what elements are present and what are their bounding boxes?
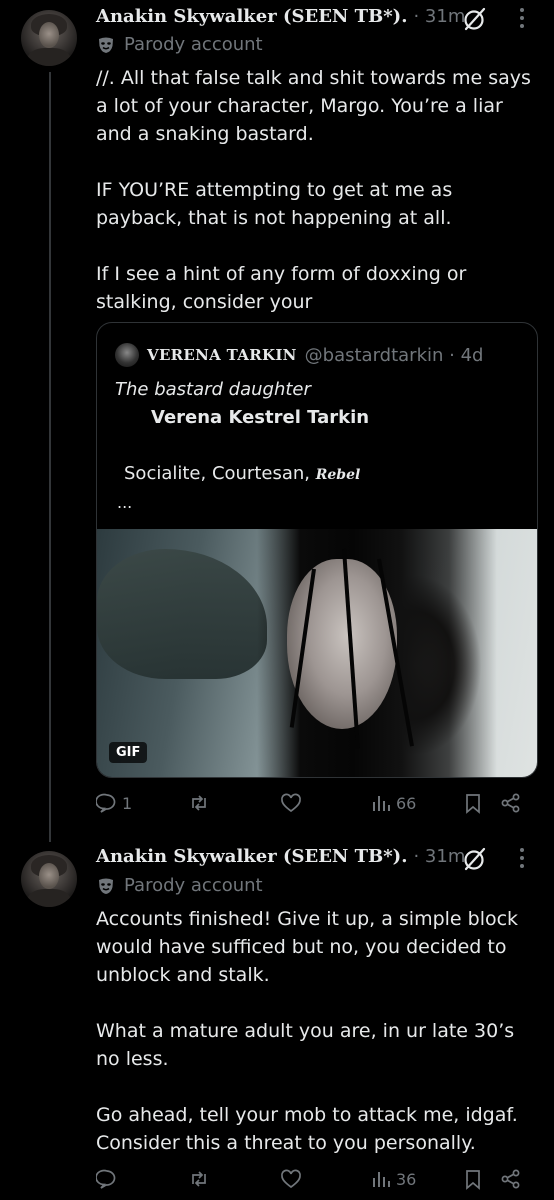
bookmark-icon [466, 794, 480, 814]
share-button[interactable] [500, 1168, 522, 1190]
share-icon [501, 793, 520, 813]
tweet-header: Anakin Skywalker (SEEN TB*). · 31m [96, 846, 465, 867]
reply-icon [96, 1169, 116, 1189]
gif-badge: GIF [109, 742, 148, 763]
quoted-tweet[interactable]: VERENA TARKIN @bastardtarkin · 4d The ba… [96, 322, 538, 778]
timestamp[interactable]: · 31m [413, 6, 465, 27]
quoted-avatar [115, 343, 139, 367]
bookmark-button[interactable] [462, 792, 484, 814]
repost-icon [192, 1171, 206, 1187]
quoted-handle: @bastardtarkin · 4d [304, 344, 484, 366]
views-count: 36 [396, 1169, 417, 1189]
reply-count: 1 [122, 793, 133, 813]
quoted-rebel-text: Rebel [315, 467, 361, 483]
avatar[interactable] [21, 851, 77, 907]
bookmark-button[interactable] [462, 1168, 484, 1190]
mask-icon [99, 37, 113, 53]
avatar[interactable] [21, 10, 77, 66]
thread-line [49, 72, 51, 842]
mask-icon [99, 878, 113, 894]
quoted-line: Socialite, Courtesan, Rebel [124, 463, 360, 484]
views-count: 66 [396, 793, 417, 813]
quoted-header: VERENA TARKIN @bastardtarkin · 4d [115, 343, 483, 367]
reply-icon [96, 793, 116, 813]
more-vertical-icon[interactable] [520, 8, 526, 32]
parody-label: Parody account [96, 34, 263, 55]
views-button[interactable]: 36 [370, 1168, 416, 1190]
timestamp[interactable]: · 31m [413, 846, 465, 867]
quoted-author-name: VERENA TARKIN [147, 346, 297, 364]
quoted-line: Verena Kestrel Tarkin [151, 407, 370, 428]
quoted-line: The bastard daughter [115, 379, 311, 400]
like-button[interactable] [280, 1168, 306, 1190]
parody-label-text: Parody account [124, 875, 263, 896]
tweet-header: Anakin Skywalker (SEEN TB*). · 31m [96, 6, 465, 27]
views-bars-icon [373, 796, 390, 811]
reply-button[interactable]: 1 [96, 792, 132, 814]
repost-icon [192, 795, 206, 811]
tweet-text: Accounts finished! Give it up, a simple … [96, 908, 519, 1154]
repost-button[interactable] [188, 792, 214, 814]
heart-icon [281, 1169, 301, 1189]
author-name[interactable]: Anakin Skywalker (SEEN TB*). [96, 846, 407, 867]
tweet-actions: 1 66 [96, 792, 536, 818]
slashed-circle-icon[interactable] [462, 846, 488, 872]
bookmark-icon [466, 1170, 480, 1190]
slashed-circle-icon[interactable] [462, 6, 488, 32]
parody-label-text: Parody account [124, 34, 263, 55]
parody-label: Parody account [96, 875, 263, 896]
heart-icon [281, 793, 301, 813]
more-vertical-icon[interactable] [520, 848, 526, 872]
quoted-line-text: Socialite, Courtesan, [124, 463, 316, 484]
tweet-actions: 36 [96, 1168, 536, 1194]
like-button[interactable] [280, 792, 306, 814]
share-icon [501, 1169, 520, 1189]
views-bars-icon [373, 1172, 390, 1187]
author-name[interactable]: Anakin Skywalker (SEEN TB*). [96, 6, 407, 27]
quoted-ellipsis: ... [117, 493, 133, 512]
views-button[interactable]: 66 [370, 792, 416, 814]
tweet-text: //. All that false talk and shit towards… [96, 67, 531, 313]
quoted-media[interactable]: GIF [97, 529, 537, 777]
share-button[interactable] [500, 792, 522, 814]
repost-button[interactable] [188, 1168, 214, 1190]
reply-button[interactable] [96, 1168, 122, 1190]
